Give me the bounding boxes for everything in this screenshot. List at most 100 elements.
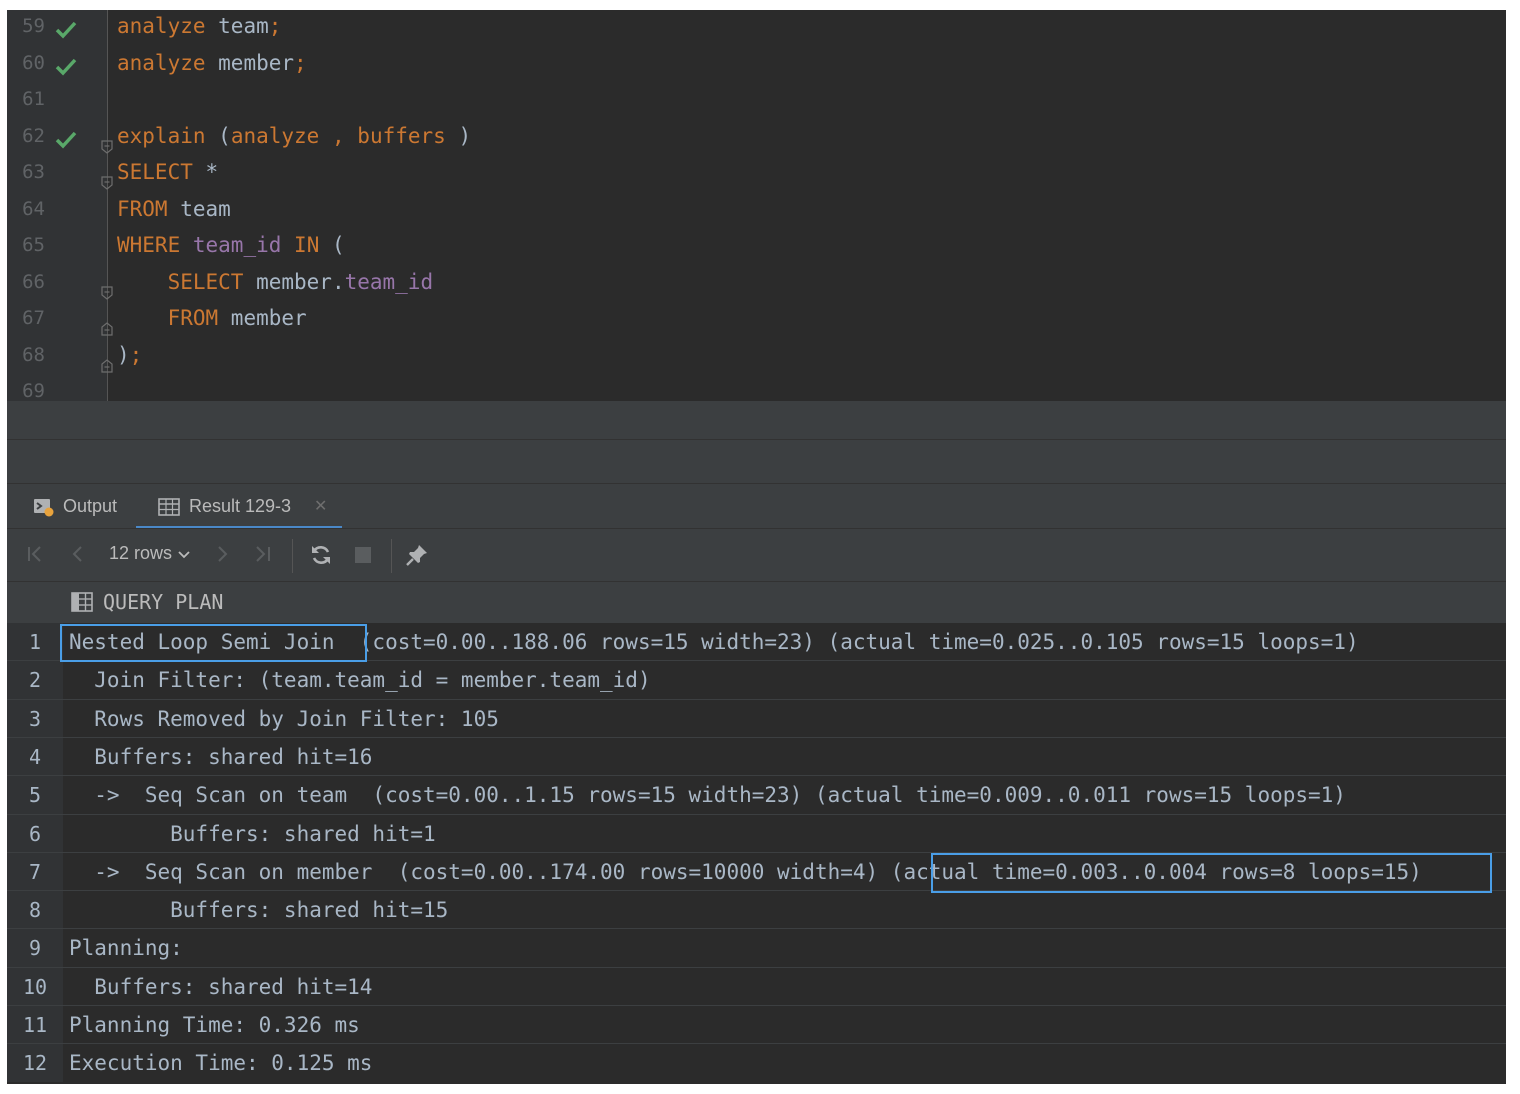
last-page-icon[interactable] bbox=[251, 543, 273, 565]
query-plan-cell[interactable]: Rows Removed by Join Filter: 105 bbox=[69, 700, 499, 738]
line-number: 67 bbox=[22, 307, 45, 329]
tool-window-tabs: Output Result 129-3 ✕ bbox=[7, 483, 1506, 529]
row-number[interactable]: 4 bbox=[7, 737, 63, 776]
fold-close-icon[interactable] bbox=[101, 350, 113, 373]
table-row[interactable]: 11 Planning Time: 0.326 ms bbox=[7, 1005, 1506, 1044]
code-line[interactable]: 62 explain (analyze , buffers ) bbox=[7, 120, 1506, 156]
table-row[interactable]: 3 Rows Removed by Join Filter: 105 bbox=[7, 698, 1506, 738]
fold-open-icon[interactable] bbox=[101, 277, 113, 300]
refresh-icon[interactable] bbox=[309, 543, 333, 567]
code-text[interactable]: WHERE team_id IN ( bbox=[117, 229, 345, 261]
grid-column-header[interactable]: QUERY PLAN bbox=[7, 581, 1506, 623]
sql-keyword: ; bbox=[129, 342, 143, 367]
toolbar-separator bbox=[292, 539, 293, 573]
stop-icon[interactable] bbox=[354, 546, 372, 564]
sql-text: ( bbox=[319, 233, 345, 257]
row-number[interactable]: 9 bbox=[7, 929, 63, 968]
row-number[interactable]: 1 bbox=[7, 623, 63, 661]
query-plan-cell[interactable]: Buffers: shared hit=14 bbox=[69, 968, 372, 1006]
panel-splitter[interactable] bbox=[7, 439, 1506, 484]
row-number[interactable]: 3 bbox=[7, 699, 63, 738]
editor-horizontal-scroll-area[interactable] bbox=[7, 401, 1506, 439]
rows-count-dropdown[interactable]: 12 rows bbox=[109, 543, 172, 564]
code-line[interactable]: 68); bbox=[7, 339, 1506, 375]
code-text[interactable]: SELECT * bbox=[117, 156, 218, 188]
query-plan-cell[interactable]: Planning: bbox=[69, 929, 183, 967]
sql-text: team bbox=[167, 196, 231, 221]
query-plan-cell[interactable]: Execution Time: 0.125 ms bbox=[69, 1044, 372, 1082]
previous-page-icon[interactable] bbox=[67, 543, 89, 565]
line-number: 62 bbox=[22, 124, 45, 147]
tab-output[interactable]: Output bbox=[29, 484, 129, 529]
sql-text: ) bbox=[117, 342, 130, 367]
row-number[interactable]: 8 bbox=[7, 891, 63, 930]
sql-keyword: buffers bbox=[357, 123, 446, 148]
code-text[interactable]: SELECT member.team_id bbox=[117, 266, 434, 298]
fold-open-icon[interactable] bbox=[101, 131, 113, 154]
code-line[interactable]: 59 analyze team; bbox=[7, 10, 1506, 46]
code-line[interactable]: 65 WHERE team_id IN ( bbox=[7, 229, 1506, 265]
table-row[interactable]: 12 Execution Time: 0.125 ms bbox=[7, 1043, 1506, 1083]
query-plan-cell[interactable]: Buffers: shared hit=16 bbox=[69, 738, 372, 776]
column-icon bbox=[71, 592, 93, 612]
code-line[interactable]: 60 analyze member; bbox=[7, 47, 1506, 83]
line-number: 63 bbox=[22, 161, 45, 183]
row-number[interactable]: 6 bbox=[7, 814, 63, 853]
sql-keyword: FROM bbox=[167, 306, 219, 330]
query-plan-cell[interactable]: Planning Time: 0.326 ms bbox=[69, 1006, 360, 1044]
sql-text: member. bbox=[243, 269, 345, 294]
sql-keyword: analyze bbox=[117, 50, 206, 75]
code-line[interactable]: 61 bbox=[7, 83, 1506, 119]
tab-result[interactable]: Result 129-3 ✕ bbox=[136, 484, 342, 529]
fold-open-icon[interactable] bbox=[101, 167, 113, 190]
table-row[interactable]: 10 Buffers: shared hit=14 bbox=[7, 966, 1506, 1006]
code-text[interactable]: explain (analyze , buffers ) bbox=[117, 120, 471, 152]
sql-text: team bbox=[205, 14, 269, 38]
next-page-icon[interactable] bbox=[211, 543, 233, 565]
sql-editor[interactable]: 59 analyze team; 60 analyze member; 61 62 expl… bbox=[7, 10, 1506, 402]
table-row[interactable]: 5 -> Seq Scan on team (cost=0.00..1.15 r… bbox=[7, 775, 1506, 815]
row-number[interactable]: 12 bbox=[7, 1044, 63, 1083]
sql-text: member bbox=[218, 306, 307, 330]
code-line[interactable]: 67 FROM member bbox=[7, 302, 1506, 338]
fold-close-icon[interactable] bbox=[101, 313, 113, 336]
row-number[interactable]: 2 bbox=[7, 661, 63, 700]
query-plan-cell[interactable]: Buffers: shared hit=15 bbox=[69, 891, 448, 929]
line-number: 68 bbox=[22, 343, 45, 366]
row-number[interactable]: 7 bbox=[7, 852, 63, 891]
table-row[interactable]: 9 Planning: bbox=[7, 928, 1506, 968]
row-number[interactable]: 10 bbox=[7, 967, 63, 1006]
code-text[interactable]: analyze team; bbox=[117, 10, 281, 42]
code-text[interactable]: FROM team bbox=[117, 193, 231, 225]
row-number[interactable]: 11 bbox=[7, 1006, 63, 1044]
code-text[interactable]: ); bbox=[117, 339, 142, 371]
first-page-icon[interactable] bbox=[25, 543, 47, 565]
sql-text: ) bbox=[445, 123, 472, 148]
sql-keyword: ; bbox=[268, 14, 282, 38]
query-plan-cell[interactable]: Join Filter: (team.team_id = member.team… bbox=[69, 661, 650, 699]
sql-keyword: IN bbox=[294, 233, 320, 257]
column-header-query-plan: QUERY PLAN bbox=[103, 590, 224, 614]
sql-keyword: ; bbox=[294, 50, 307, 75]
highlight-box-nested-loop bbox=[60, 624, 367, 662]
code-text[interactable]: FROM member bbox=[117, 302, 307, 334]
code-line[interactable]: 66 SELECT member.team_id bbox=[7, 266, 1506, 302]
table-row[interactable]: 4 Buffers: shared hit=16 bbox=[7, 736, 1506, 776]
table-row[interactable]: 8 Buffers: shared hit=15 bbox=[7, 890, 1506, 930]
chevron-down-icon[interactable] bbox=[177, 549, 191, 561]
close-icon[interactable]: ✕ bbox=[314, 484, 327, 528]
table-row[interactable]: 6 Buffers: shared hit=1 bbox=[7, 813, 1506, 853]
query-plan-cell[interactable]: Buffers: shared hit=1 bbox=[69, 815, 436, 853]
sql-keyword: SELECT bbox=[167, 269, 244, 294]
row-number[interactable]: 5 bbox=[7, 776, 63, 815]
code-text[interactable]: analyze member; bbox=[117, 47, 307, 79]
tab-output-label: Output bbox=[63, 496, 118, 516]
code-line[interactable]: 64 FROM team bbox=[7, 193, 1506, 229]
query-plan-cell[interactable]: -> Seq Scan on team (cost=0.00..1.15 row… bbox=[69, 776, 1346, 814]
pin-icon[interactable] bbox=[405, 543, 429, 567]
code-line[interactable]: 63 SELECT * bbox=[7, 156, 1506, 192]
ide-window: 59 analyze team; 60 analyze member; 61 62 expl… bbox=[7, 10, 1506, 1084]
table-row[interactable]: 2 Join Filter: (team.team_id = member.te… bbox=[7, 660, 1506, 700]
